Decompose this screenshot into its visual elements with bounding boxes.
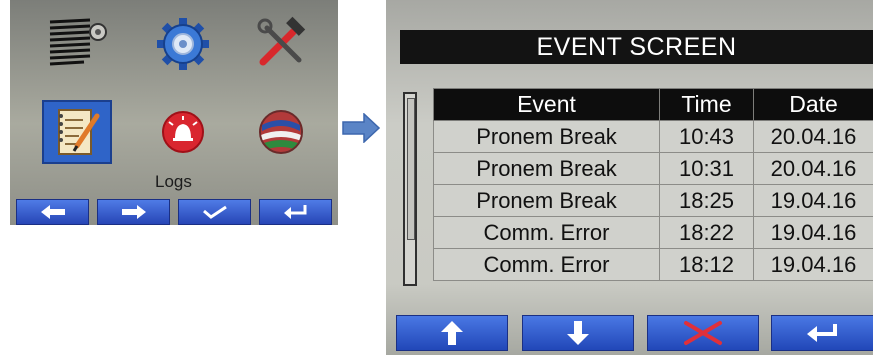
date-cell: 20.04.16 bbox=[753, 120, 873, 153]
event-table: Event Time Date Pronem Break 10:43 20.04… bbox=[433, 88, 873, 281]
down-arrow-icon bbox=[567, 321, 589, 345]
menu-screen: Logs bbox=[10, 0, 338, 225]
checkmark-icon bbox=[202, 205, 227, 219]
menu-nav-bar bbox=[10, 199, 338, 225]
date-cell: 19.04.16 bbox=[753, 216, 873, 249]
time-cell: 10:43 bbox=[659, 120, 754, 153]
column-header-time: Time bbox=[659, 88, 754, 121]
blinds-motor-icon bbox=[49, 18, 107, 66]
column-header-date: Date bbox=[753, 88, 873, 121]
date-cell: 20.04.16 bbox=[753, 152, 873, 185]
flow-arrow-icon bbox=[342, 113, 380, 143]
enter-return-icon bbox=[807, 324, 837, 342]
tools-tile[interactable] bbox=[246, 12, 316, 76]
event-cell: Comm. Error bbox=[433, 216, 660, 249]
table-header-row: Event Time Date bbox=[433, 88, 873, 121]
cancel-button[interactable] bbox=[647, 315, 759, 351]
event-nav-bar bbox=[396, 315, 873, 351]
event-cell: Pronem Break bbox=[433, 152, 660, 185]
time-cell: 10:31 bbox=[659, 152, 754, 185]
alarm-icon bbox=[162, 111, 204, 153]
menu-confirm-button[interactable] bbox=[178, 199, 251, 225]
menu-enter-button[interactable] bbox=[259, 199, 332, 225]
tools-icon bbox=[257, 16, 306, 66]
event-screen: EVENT SCREEN Event Time Date Pronem Brea… bbox=[386, 0, 873, 355]
scroll-down-button[interactable] bbox=[522, 315, 634, 351]
language-tile[interactable] bbox=[246, 100, 316, 164]
event-cell: Pronem Break bbox=[433, 120, 660, 153]
enter-button[interactable] bbox=[771, 315, 873, 351]
menu-right-button[interactable] bbox=[97, 199, 170, 225]
time-cell: 18:12 bbox=[659, 248, 754, 281]
logs-notepad-icon bbox=[58, 109, 100, 155]
event-cell: Pronem Break bbox=[433, 184, 660, 217]
settings-gear-icon bbox=[157, 18, 209, 70]
enter-return-icon bbox=[283, 205, 306, 219]
scroll-up-button[interactable] bbox=[396, 315, 508, 351]
logs-tile[interactable] bbox=[42, 100, 112, 164]
left-arrow-icon bbox=[40, 205, 65, 219]
scrollbar-thumb[interactable] bbox=[407, 98, 415, 240]
menu-left-button[interactable] bbox=[16, 199, 89, 225]
date-cell: 19.04.16 bbox=[753, 248, 873, 281]
up-arrow-icon bbox=[441, 321, 463, 345]
table-row[interactable]: Pronem Break 18:25 19.04.16 bbox=[433, 184, 873, 217]
alarm-tile[interactable] bbox=[148, 100, 218, 164]
table-row[interactable]: Comm. Error 18:12 19.04.16 bbox=[433, 248, 873, 281]
selected-item-label: Logs bbox=[155, 172, 192, 191]
settings-tile[interactable] bbox=[148, 12, 218, 76]
table-row[interactable]: Comm. Error 18:22 19.04.16 bbox=[433, 216, 873, 249]
blinds-motor-tile[interactable] bbox=[42, 12, 112, 76]
table-row[interactable]: Pronem Break 10:43 20.04.16 bbox=[433, 120, 873, 153]
scrollbar[interactable] bbox=[403, 92, 417, 286]
time-cell: 18:25 bbox=[659, 184, 754, 217]
date-cell: 19.04.16 bbox=[753, 184, 873, 217]
table-row[interactable]: Pronem Break 10:31 20.04.16 bbox=[433, 152, 873, 185]
red-x-icon bbox=[684, 321, 722, 345]
right-arrow-icon bbox=[121, 205, 146, 219]
column-header-event: Event bbox=[433, 88, 660, 121]
language-flags-icon bbox=[259, 110, 303, 154]
screen-title: EVENT SCREEN bbox=[400, 30, 873, 64]
time-cell: 18:22 bbox=[659, 216, 754, 249]
event-cell: Comm. Error bbox=[433, 248, 660, 281]
